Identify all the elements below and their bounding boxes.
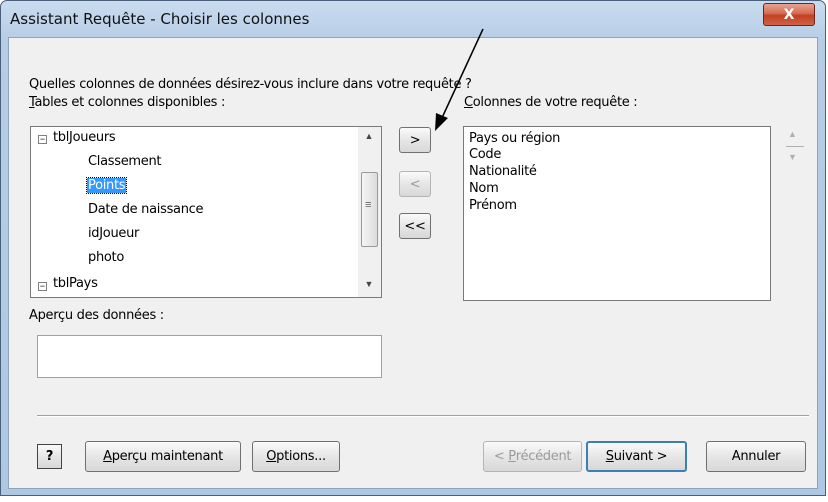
annotation-arrow-icon <box>435 28 484 131</box>
